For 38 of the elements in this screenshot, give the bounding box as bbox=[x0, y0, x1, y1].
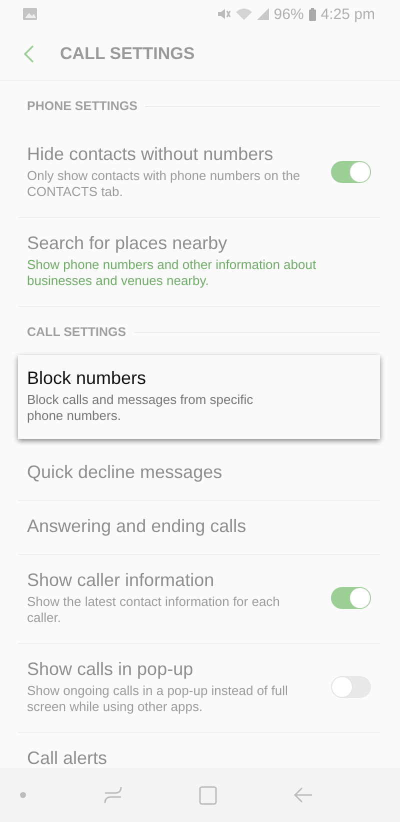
highlighted-setting-card[interactable]: Block numbers Block calls and messages from specific phone numbers. bbox=[18, 355, 380, 439]
gallery-icon bbox=[23, 8, 37, 20]
setting-title: Show calls in pop-up bbox=[27, 659, 194, 680]
setting-row[interactable]: Quick decline messages bbox=[18, 447, 380, 501]
setting-title: Hide contacts without numbers bbox=[27, 144, 274, 165]
setting-title: Block numbers bbox=[27, 368, 148, 389]
setting-row[interactable]: Answering and ending calls bbox=[18, 501, 380, 555]
setting-title: Answering and ending calls bbox=[27, 516, 248, 537]
setting-title: Show caller information bbox=[27, 570, 216, 591]
back-arrow-icon[interactable] bbox=[294, 787, 312, 803]
home-icon[interactable] bbox=[199, 786, 218, 804]
toggle-switch[interactable] bbox=[331, 161, 371, 183]
mute-icon bbox=[216, 8, 231, 20]
setting-row[interactable]: Show caller information Show the latest contact information for each caller. bbox=[18, 555, 380, 644]
setting-description: Show the latest contact information for each caller. bbox=[27, 594, 281, 626]
setting-row[interactable]: Show calls in pop-up Show ongoing calls in a pop-up instead of full screen while using other apps. bbox=[18, 644, 380, 733]
page-title: CALL SETTINGS bbox=[60, 44, 195, 64]
section-header: PHONE SETTINGS bbox=[27, 99, 138, 113]
setting-row[interactable]: Hide contacts without numbers Only show contacts with phone numbers on the CONTACTS tab. bbox=[18, 129, 380, 218]
setting-description: Show ongoing calls in a pop-up instead of full screen while using other apps. bbox=[27, 683, 289, 715]
setting-row[interactable]: Search for places nearby Show phone numbers and other information about businesses and venues nearby. bbox=[18, 218, 380, 307]
battery-percent: 96% bbox=[274, 6, 304, 22]
recents-icon[interactable] bbox=[102, 785, 123, 805]
dot-icon[interactable] bbox=[20, 792, 26, 798]
clock: 4:25 pm bbox=[320, 6, 375, 22]
setting-title: Quick decline messages bbox=[27, 462, 224, 483]
back-button[interactable] bbox=[22, 43, 36, 65]
setting-title: Call alerts bbox=[27, 748, 108, 768]
signal-icon bbox=[256, 8, 269, 20]
section-header: CALL SETTINGS bbox=[27, 325, 126, 339]
toggle-switch[interactable] bbox=[331, 587, 371, 609]
setting-description: Show phone numbers and other information about businesses and venues nearby. bbox=[27, 257, 317, 289]
toggle-switch[interactable] bbox=[331, 676, 371, 698]
battery-icon bbox=[308, 8, 316, 20]
setting-description: Only show contacts with phone numbers on the CONTACTS tab. bbox=[27, 168, 302, 200]
setting-title: Search for places nearby bbox=[27, 233, 228, 254]
wifi-icon bbox=[236, 8, 252, 20]
setting-description: Block calls and messages from specific phone numbers. bbox=[27, 392, 254, 424]
